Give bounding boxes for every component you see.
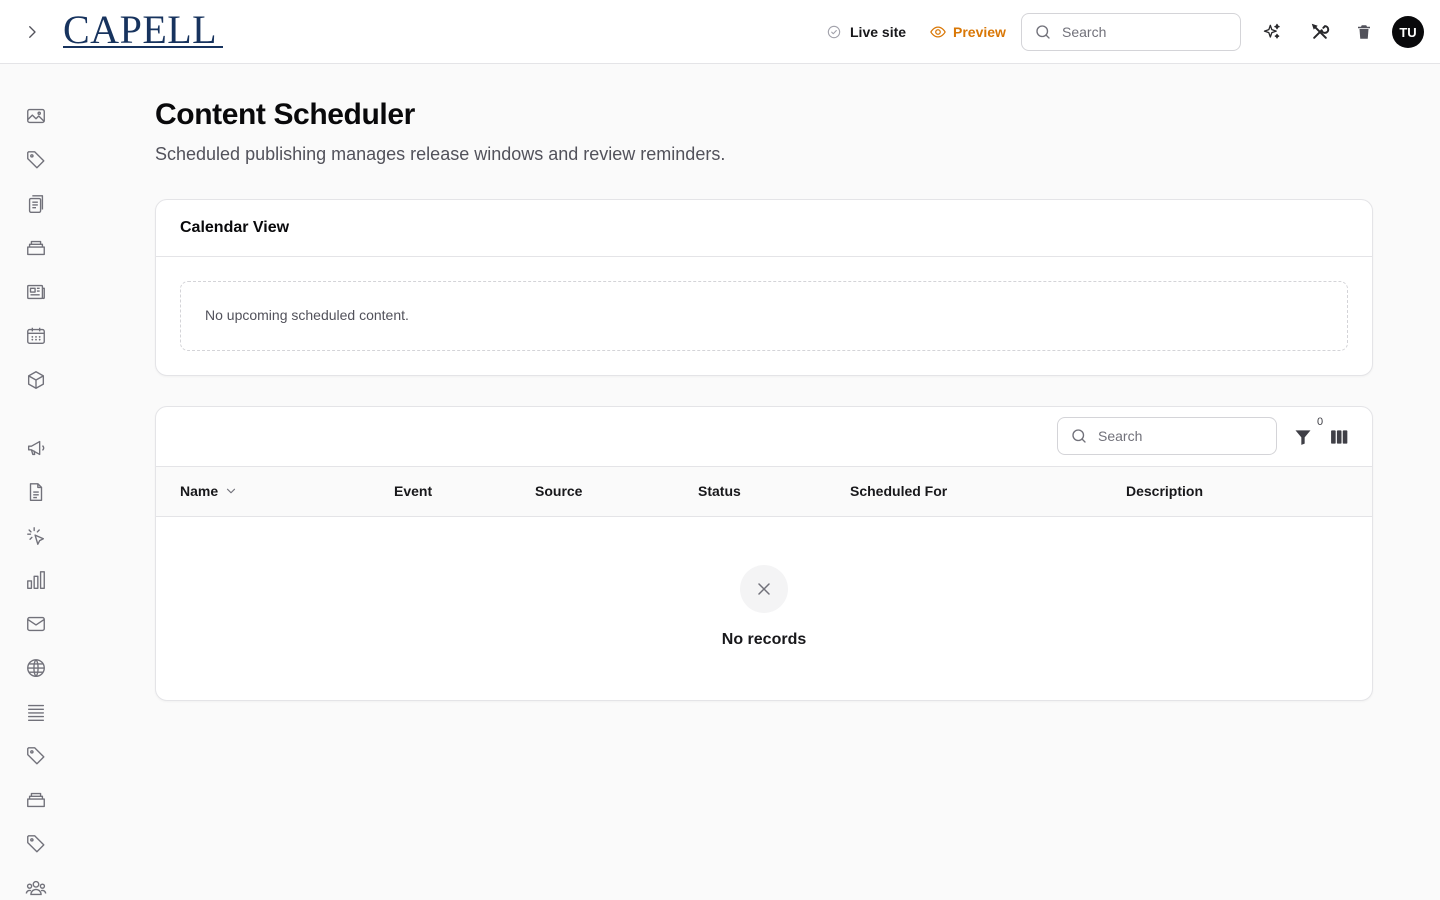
live-site-link[interactable]: Live site: [826, 20, 906, 44]
sidebar-item-calendar[interactable]: [24, 324, 48, 348]
column-header-source: Source: [535, 483, 583, 499]
clipboard-icon: [28, 195, 44, 213]
sidebar-item-newspaper[interactable]: [24, 280, 48, 304]
globe-icon: [27, 659, 45, 677]
calendar-empty-message: No upcoming scheduled content.: [205, 307, 409, 323]
cube-icon: [27, 371, 45, 389]
user-avatar[interactable]: TU: [1392, 16, 1424, 48]
scheduled-content-table: 0 Name Event Source Status Scheduled For…: [155, 406, 1373, 701]
table-search[interactable]: [1057, 417, 1277, 455]
sidebar-item-clipboard[interactable]: [24, 192, 48, 216]
sidebar-item-archive[interactable]: [24, 788, 48, 812]
sidebar-item-cube[interactable]: [24, 368, 48, 392]
sidebar-item-documents[interactable]: [24, 480, 48, 504]
page-subtitle: Scheduled publishing manages release win…: [155, 144, 726, 164]
close-icon: [758, 583, 770, 595]
image-icon: [27, 108, 45, 124]
column-header-name[interactable]: Name: [180, 483, 238, 499]
columns-icon: [1331, 430, 1348, 444]
column-label: Name: [180, 483, 219, 499]
expand-sidebar-button[interactable]: [20, 20, 44, 44]
global-search[interactable]: [1021, 13, 1241, 51]
global-search-input[interactable]: [1062, 24, 1212, 40]
no-records-message: No records: [721, 631, 807, 648]
column-toggle-button[interactable]: [1328, 426, 1350, 448]
sidebar-item-users[interactable]: [24, 876, 48, 900]
check-circle-icon: [827, 25, 841, 39]
column-header-description: Description: [1126, 483, 1204, 499]
table-toolbar: 0: [156, 407, 1372, 467]
calendar-view-card: Calendar View No upcoming scheduled cont…: [155, 199, 1373, 376]
sidebar-item-inbox[interactable]: [24, 236, 48, 260]
column-header-status: Status: [698, 483, 741, 499]
filter-icon: [1295, 430, 1311, 445]
chevron-right-icon: [29, 26, 36, 38]
inbox-icon: [27, 240, 45, 256]
bar-chart-icon: [27, 571, 45, 589]
live-site-label: Live site: [850, 24, 907, 40]
filter-count-badge: 0: [1316, 416, 1324, 428]
search-icon: [1072, 429, 1086, 443]
logo-underline: [63, 46, 223, 48]
tag-icon: [27, 747, 45, 765]
calendar-icon: [27, 327, 45, 345]
tag-icon: [27, 151, 45, 169]
sidebar-item-menus[interactable]: [24, 700, 48, 724]
sidebar-item-announcements[interactable]: [24, 436, 48, 460]
no-records-icon-wrapper: [740, 565, 788, 613]
sidebar-item-media[interactable]: [24, 104, 48, 128]
ai-sparkles-button[interactable]: [1260, 20, 1284, 44]
users-icon: [25, 880, 47, 896]
list-icon: [27, 704, 45, 721]
tools-button[interactable]: [1308, 20, 1332, 44]
filter-button[interactable]: [1292, 426, 1314, 448]
calendar-empty-state: No upcoming scheduled content.: [180, 281, 1348, 351]
column-header-scheduled-for: Scheduled For: [850, 483, 948, 499]
inbox-icon: [27, 792, 45, 808]
cursor-click-icon: [27, 527, 45, 545]
preview-label: Preview: [953, 24, 1006, 40]
eye-icon: [930, 26, 946, 38]
sidebar-item-interactions[interactable]: [24, 524, 48, 548]
newspaper-icon: [27, 284, 45, 300]
sidebar-item-categories[interactable]: [24, 832, 48, 856]
search-icon: [1036, 25, 1050, 39]
trash-icon: [1358, 25, 1370, 39]
sparkles-icon: [1263, 23, 1280, 39]
trash-button[interactable]: [1352, 20, 1376, 44]
sidebar-item-sites[interactable]: [24, 656, 48, 680]
mail-icon: [27, 616, 45, 632]
preview-link[interactable]: Preview: [929, 20, 1006, 44]
sidebar-item-mail[interactable]: [24, 612, 48, 636]
chevron-down-icon: [227, 488, 236, 494]
sidebar-item-analytics[interactable]: [24, 568, 48, 592]
table-header-row: Name Event Source Status Scheduled For D…: [156, 467, 1372, 517]
megaphone-icon: [27, 440, 45, 456]
column-header-event: Event: [394, 483, 433, 499]
calendar-header: Calendar View: [156, 200, 1372, 257]
top-bar: CAPELL Live site Preview TU: [0, 0, 1440, 64]
page-title: Content Scheduler: [155, 98, 415, 131]
wrench-screwdriver-icon: [1311, 23, 1330, 39]
document-icon: [29, 483, 43, 501]
sidebar-item-labels[interactable]: [24, 744, 48, 768]
tag-icon: [27, 835, 45, 853]
sidebar-item-tags[interactable]: [24, 148, 48, 172]
table-search-input[interactable]: [1098, 428, 1248, 444]
calendar-title: Calendar View: [180, 219, 290, 236]
